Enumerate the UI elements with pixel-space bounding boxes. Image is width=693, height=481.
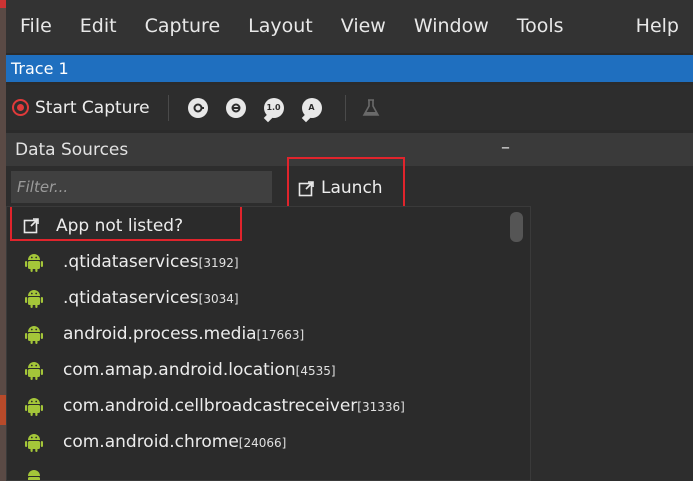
launch-button[interactable]: Launch bbox=[290, 174, 383, 202]
process-list[interactable]: App not listed? .qtidataservices[3192] .… bbox=[6, 206, 531, 481]
app-name: com.android.cellbroadcastreceiver bbox=[63, 396, 358, 416]
menu-layout[interactable]: Layout bbox=[234, 0, 327, 53]
toolbar-separator bbox=[344, 94, 346, 121]
app-name: com.amap.android.location bbox=[63, 360, 296, 380]
external-link-icon bbox=[298, 180, 314, 196]
android-icon bbox=[25, 326, 43, 344]
minimize-button[interactable]: – bbox=[501, 137, 510, 158]
menu-view[interactable]: View bbox=[327, 0, 400, 53]
capture-icon-speech-1.0[interactable]: 1.0 bbox=[263, 97, 284, 118]
list-item[interactable]: com.android.chrome[24066] bbox=[7, 424, 530, 460]
menu-window[interactable]: Window bbox=[400, 0, 503, 53]
flask-icon[interactable] bbox=[360, 97, 382, 119]
record-icon bbox=[12, 99, 29, 116]
menu-bar: File Edit Capture Layout View Window Too… bbox=[6, 0, 693, 53]
launch-label: Launch bbox=[321, 178, 383, 198]
list-item[interactable] bbox=[7, 460, 530, 480]
android-icon bbox=[25, 254, 43, 272]
capture-icon-text-1: 1.0 bbox=[266, 103, 281, 112]
app-pid: [4535] bbox=[295, 364, 336, 378]
menu-capture[interactable]: Capture bbox=[131, 0, 235, 53]
app-name: .qtidataservices bbox=[63, 252, 199, 272]
app-window: File Edit Capture Layout View Window Too… bbox=[0, 0, 693, 481]
menu-tools[interactable]: Tools bbox=[503, 0, 578, 53]
app-pid: [24066] bbox=[238, 436, 287, 450]
list-scrollbar[interactable] bbox=[508, 209, 528, 479]
menu-file[interactable]: File bbox=[6, 0, 66, 53]
list-item[interactable]: .qtidataservices[3034] bbox=[7, 280, 530, 316]
android-icon bbox=[28, 470, 40, 480]
capture-icon-1[interactable] bbox=[187, 97, 208, 118]
app-not-listed-item[interactable]: App not listed? bbox=[7, 207, 530, 244]
menu-help[interactable]: Help bbox=[622, 0, 693, 53]
app-name: com.android.chrome bbox=[63, 432, 239, 452]
trace-tab[interactable]: Trace 1 bbox=[6, 55, 693, 82]
app-pid: [3192] bbox=[198, 256, 239, 270]
android-icon bbox=[25, 434, 43, 452]
capture-icon-speech-A[interactable]: A bbox=[301, 97, 322, 118]
toolbar-separator bbox=[167, 94, 169, 121]
android-icon bbox=[25, 362, 43, 380]
list-item[interactable]: com.android.cellbroadcastreceiver[31336] bbox=[7, 388, 530, 424]
filter-input[interactable] bbox=[11, 171, 272, 203]
menu-edit[interactable]: Edit bbox=[66, 0, 131, 53]
app-pid: [3034] bbox=[198, 292, 239, 306]
toolbar: Start Capture 1.0 A bbox=[6, 85, 693, 130]
external-link-icon bbox=[23, 218, 39, 234]
list-item[interactable]: com.amap.android.location[4535] bbox=[7, 352, 530, 388]
app-not-listed-label: App not listed? bbox=[56, 215, 184, 236]
app-name: android.process.media bbox=[63, 324, 257, 344]
app-name: .qtidataservices bbox=[63, 288, 199, 308]
start-capture-button[interactable]: Start Capture bbox=[12, 98, 150, 118]
list-item[interactable]: .qtidataservices[3192] bbox=[7, 244, 530, 280]
start-capture-label: Start Capture bbox=[35, 97, 150, 118]
capture-icon-text-2: A bbox=[308, 103, 315, 112]
capture-icon-2[interactable] bbox=[225, 97, 246, 118]
data-sources-panel: Launch App not listed? bbox=[6, 157, 693, 481]
data-sources-header: Data Sources – bbox=[6, 133, 693, 166]
app-pid: [31336] bbox=[357, 400, 405, 414]
scroll-thumb[interactable] bbox=[510, 212, 523, 242]
app-pid: [17663] bbox=[256, 328, 305, 342]
android-icon bbox=[25, 290, 43, 308]
data-sources-title: Data Sources bbox=[15, 139, 129, 160]
list-item[interactable]: android.process.media[17663] bbox=[7, 316, 530, 352]
trace-title: Trace 1 bbox=[11, 59, 69, 78]
android-icon bbox=[25, 398, 43, 416]
